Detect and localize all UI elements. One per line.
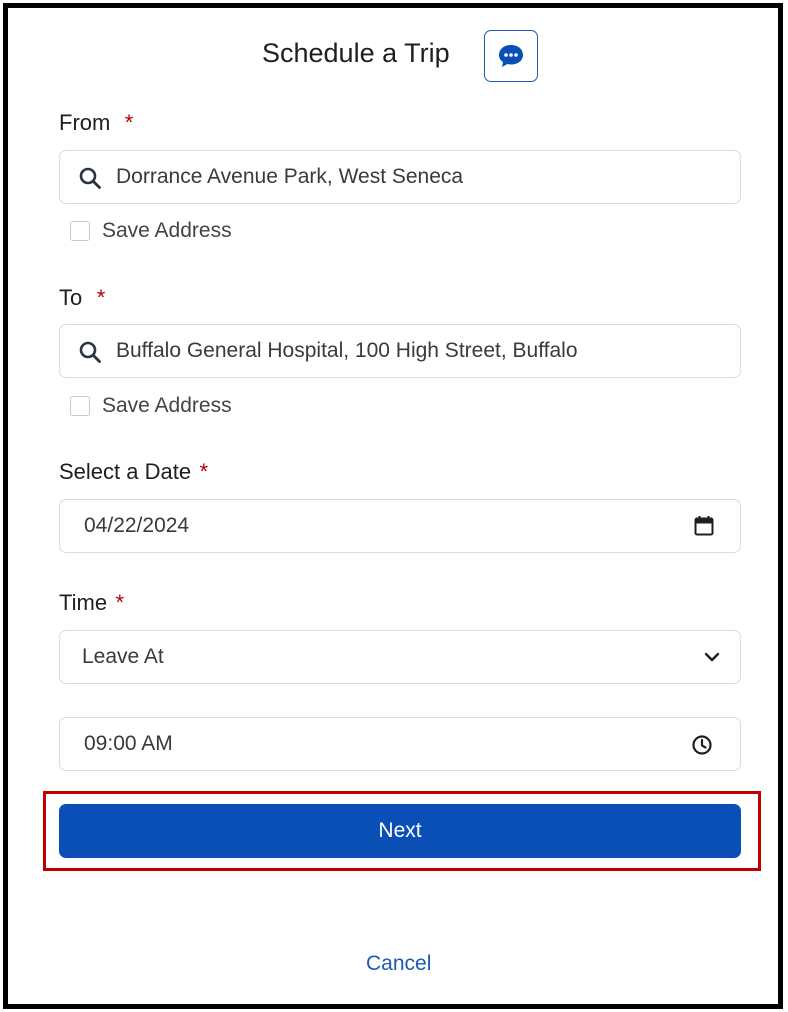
date-input-value: 04/22/2024 [84,514,190,537]
time-label-row: Time * [59,590,124,616]
time-mode-select[interactable]: Leave At [59,630,741,684]
to-save-address-label: Save Address [102,394,232,417]
date-label: Select a Date [59,459,192,484]
from-save-address-label: Save Address [102,219,232,242]
time-label: Time [59,590,108,615]
from-label-row: From * [59,110,133,136]
cancel-link[interactable]: Cancel [366,952,431,976]
from-required-mark: * [124,110,134,135]
from-input-value: Dorrance Avenue Park, West Seneca [116,165,464,188]
clock-icon[interactable] [691,734,713,756]
time-input-value: 09:00 AM [84,732,173,755]
page-title: Schedule a Trip [262,38,450,68]
to-save-address-checkbox[interactable] [70,396,90,416]
calendar-icon[interactable] [694,515,714,537]
to-input-value: Buffalo General Hospital, 100 High Stree… [116,339,578,362]
search-icon [79,167,101,189]
chat-bubble-icon [499,45,523,67]
next-button[interactable]: Next [59,804,741,858]
time-mode-value: Leave At [82,645,164,668]
search-icon [79,341,101,363]
chat-button[interactable] [484,30,538,82]
time-required-mark: * [115,590,125,615]
from-save-address[interactable]: Save Address [70,219,232,243]
date-input[interactable]: 04/22/2024 [59,499,741,553]
time-input[interactable]: 09:00 AM [59,717,741,771]
to-label: To [59,285,83,310]
date-label-row: Select a Date * [59,459,208,485]
from-label: From [59,110,111,135]
date-required-mark: * [199,459,209,484]
to-save-address[interactable]: Save Address [70,394,232,418]
chevron-down-icon [704,652,720,662]
to-input[interactable]: Buffalo General Hospital, 100 High Stree… [59,324,741,378]
from-input[interactable]: Dorrance Avenue Park, West Seneca [59,150,741,204]
to-required-mark: * [96,285,106,310]
to-label-row: To * [59,285,105,311]
from-save-address-checkbox[interactable] [70,221,90,241]
